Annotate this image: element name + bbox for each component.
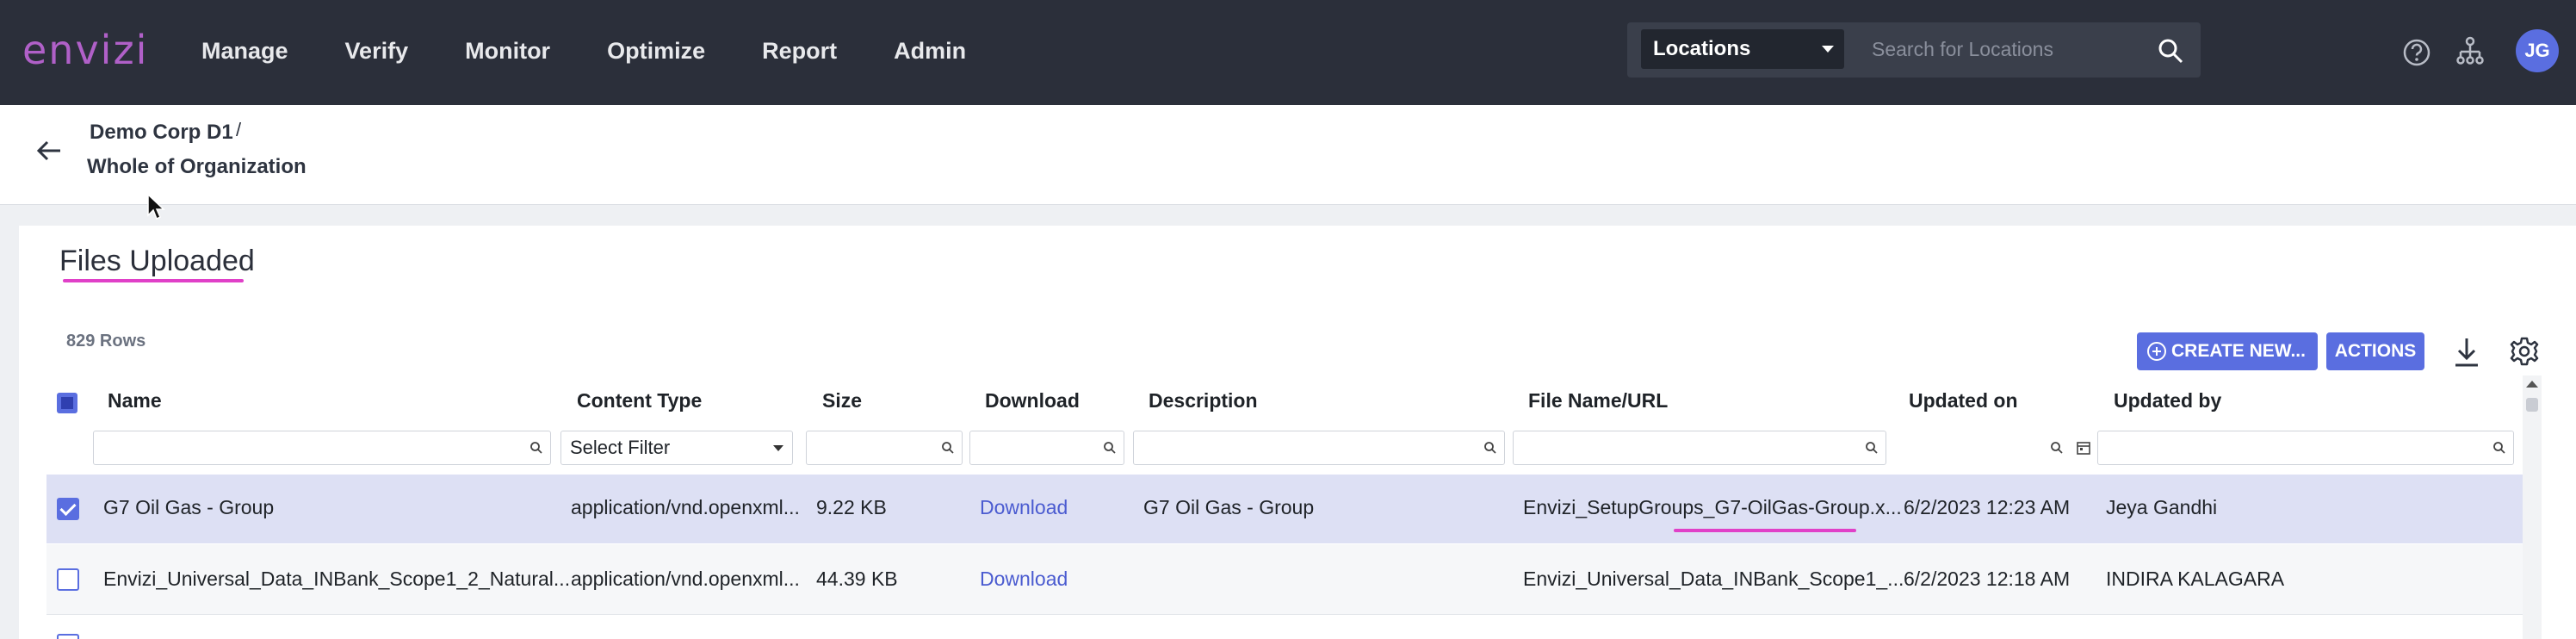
caret-down-icon	[1822, 46, 1834, 53]
mouse-pointer-icon	[147, 193, 165, 220]
column-header-content-type[interactable]: Content Type	[577, 389, 702, 413]
column-header-updated-by[interactable]: Updated by	[2114, 389, 2221, 413]
user-avatar[interactable]: JG	[2516, 29, 2559, 72]
cell-updated-by: INDIRA KALAGARA	[2106, 568, 2285, 590]
nav-item-verify[interactable]: Verify	[345, 38, 409, 65]
row-checkbox[interactable]	[57, 634, 79, 639]
create-new-button[interactable]: CREATE NEW...	[2137, 332, 2318, 370]
column-header-size[interactable]: Size	[822, 389, 862, 413]
row-count: 829 Rows	[66, 332, 146, 351]
breadcrumb-current: Whole of Organization	[87, 155, 307, 178]
search-icon	[1104, 442, 1116, 454]
caret-down-icon	[773, 445, 783, 451]
nav-item-report[interactable]: Report	[762, 38, 837, 65]
breadcrumb-separator: /	[236, 119, 242, 140]
breadcrumb-parent[interactable]: Demo Corp D1	[90, 121, 233, 145]
actions-button[interactable]: ACTIONS	[2326, 332, 2424, 370]
add-circle-icon	[2147, 342, 2166, 361]
search-scope-select[interactable]: Locations	[1641, 29, 1844, 69]
column-header-description[interactable]: Description	[1149, 389, 1258, 413]
search-icon	[942, 442, 954, 454]
updated-on-filter-input[interactable]	[1894, 431, 2099, 465]
download-link[interactable]: Download	[980, 496, 1068, 519]
download-filter-input[interactable]	[969, 431, 1124, 465]
nav-item-manage[interactable]: Manage	[201, 38, 288, 65]
back-arrow-icon[interactable]	[34, 136, 64, 165]
cell-updated-on: 6/2/2023 12:23 AM	[1904, 496, 2071, 518]
table-scrollbar[interactable]	[2523, 375, 2542, 639]
cell-description: G7 Oil Gas - Group	[1143, 496, 1315, 518]
help-icon[interactable]	[2402, 38, 2431, 67]
name-filter-input[interactable]	[93, 431, 551, 465]
nav-item-monitor[interactable]: Monitor	[465, 38, 550, 65]
row-checkbox[interactable]	[57, 568, 79, 591]
column-header-name[interactable]: Name	[108, 389, 162, 413]
cell-content-type: application/vnd.openxml...	[571, 568, 800, 590]
cell-name: G7 Oil Gas - Group	[103, 496, 275, 518]
select-all-checkbox[interactable]	[57, 393, 77, 413]
cell-size: 44.39 KB	[816, 568, 898, 590]
description-filter-input[interactable]	[1133, 431, 1505, 465]
hierarchy-icon[interactable]	[2455, 36, 2485, 65]
content-type-filter-select[interactable]: Select Filter	[560, 431, 793, 465]
content-type-filter-label: Select Filter	[570, 437, 671, 458]
download-link[interactable]: Download	[980, 568, 1068, 591]
cell-name: Envizi_Universal_Data_INBank_Scope1_2_Na…	[103, 568, 571, 590]
nav-item-optimize[interactable]: Optimize	[607, 38, 705, 65]
search-icon[interactable]	[2158, 38, 2183, 64]
search-scope-label: Locations	[1653, 37, 1751, 60]
column-header-download[interactable]: Download	[985, 389, 1080, 413]
column-header-file-name[interactable]: File Name/URL	[1528, 389, 1668, 413]
envizi-logo[interactable]: envizi	[22, 24, 148, 76]
page-title: Files Uploaded	[59, 245, 255, 277]
calendar-icon[interactable]	[2076, 440, 2091, 456]
search-icon	[1484, 442, 1496, 454]
scrollbar-thumb[interactable]	[2526, 398, 2538, 412]
cell-content-type: application/vnd.openxml...	[571, 496, 800, 518]
file-name-highlight	[1674, 529, 1856, 532]
cell-file-name[interactable]: Envizi_Universal_Data_INBank_Scope1_...	[1523, 568, 1904, 591]
file-name-filter-input[interactable]	[1513, 431, 1886, 465]
column-header-updated-on[interactable]: Updated on	[1909, 389, 2018, 413]
size-filter-input[interactable]	[806, 431, 963, 465]
download-icon[interactable]	[2452, 336, 2481, 369]
updated-by-filter-input[interactable]	[2097, 431, 2514, 465]
search-icon	[530, 442, 542, 454]
create-new-label: CREATE NEW...	[2171, 341, 2306, 361]
cell-updated-by: Jeya Gandhi	[2106, 496, 2218, 518]
breadcrumb-bar	[0, 105, 2576, 205]
title-highlight	[63, 279, 244, 282]
scroll-up-arrow-icon[interactable]	[2526, 381, 2538, 388]
search-icon	[2493, 442, 2505, 454]
row-checkbox[interactable]	[57, 498, 79, 520]
settings-gear-icon[interactable]	[2509, 336, 2540, 367]
nav-item-admin[interactable]: Admin	[894, 38, 966, 65]
cell-size: 9.22 KB	[816, 496, 887, 518]
cell-updated-on: 6/2/2023 12:18 AM	[1904, 568, 2071, 590]
main-nav: Manage Verify Monitor Optimize Report Ad…	[201, 0, 1023, 102]
search-input[interactable]: Search for Locations	[1872, 34, 2053, 64]
cell-file-name[interactable]: Envizi_SetupGroups_G7-OilGas-Group.x...	[1523, 496, 1902, 519]
search-icon	[1866, 442, 1878, 454]
search-icon	[2051, 442, 2063, 454]
